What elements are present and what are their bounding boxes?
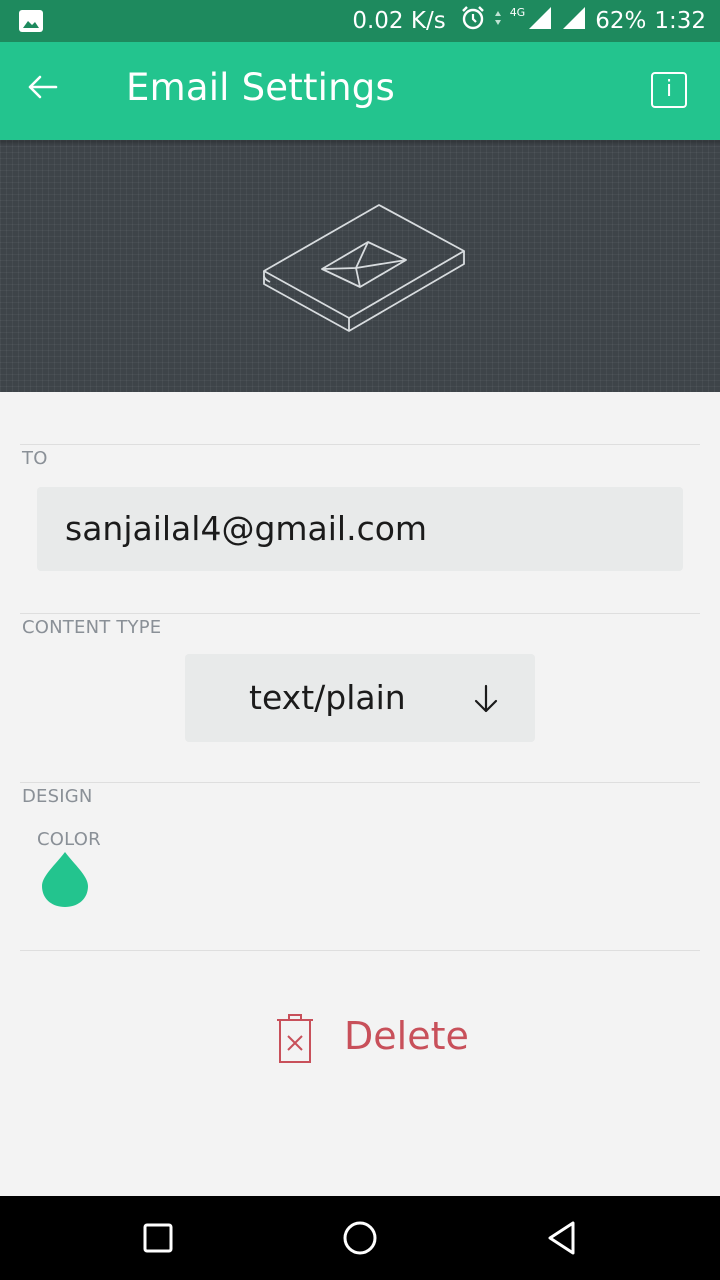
data-arrows-icon — [494, 7, 502, 35]
battery-percent: 62% — [595, 8, 647, 34]
divider — [20, 950, 700, 951]
divider — [20, 613, 700, 614]
content-type-label: CONTENT TYPE — [22, 617, 162, 638]
widget-hero — [0, 140, 720, 392]
email-widget-icon — [256, 198, 470, 346]
content-type-value: text/plain — [249, 678, 406, 717]
system-nav-bar — [0, 1196, 720, 1280]
net-speed: 0.02 K/s — [352, 8, 446, 34]
signal-icon-2 — [561, 6, 587, 36]
delete-label: Delete — [344, 1014, 469, 1058]
info-button[interactable]: i — [651, 72, 687, 108]
status-bar: 0.02 K/s 4G 62% 1:32 — [0, 0, 720, 42]
status-indicators: 0.02 K/s 4G 62% 1:32 — [344, 0, 706, 42]
delete-button[interactable]: Delete — [270, 1010, 470, 1066]
divider — [20, 782, 700, 783]
network-type: 4G — [509, 5, 526, 19]
color-label: COLOR — [37, 829, 101, 850]
design-label: DESIGN — [22, 786, 93, 807]
trash-icon — [272, 1012, 318, 1068]
back-button[interactable] — [24, 69, 72, 113]
gallery-icon — [18, 9, 44, 37]
email-settings-screen: 0.02 K/s 4G 62% 1:32 Email Settings i TO… — [0, 0, 720, 1280]
to-label: TO — [22, 448, 48, 469]
arrow-left-icon — [28, 75, 58, 99]
signal-icon — [527, 6, 553, 36]
page-title: Email Settings — [126, 66, 395, 109]
alarm-icon — [460, 5, 486, 37]
recents-square-icon[interactable] — [138, 1218, 178, 1258]
app-bar: Email Settings i — [0, 42, 720, 140]
home-circle-icon[interactable] — [340, 1218, 380, 1258]
divider — [20, 444, 700, 445]
arrow-down-icon — [473, 684, 499, 718]
to-email-input[interactable]: sanjailal4@gmail.com — [37, 487, 683, 571]
content-type-select[interactable]: text/plain — [185, 654, 535, 742]
clock: 1:32 — [654, 8, 706, 34]
back-triangle-icon[interactable] — [543, 1218, 583, 1258]
color-drop-icon[interactable] — [40, 850, 90, 914]
